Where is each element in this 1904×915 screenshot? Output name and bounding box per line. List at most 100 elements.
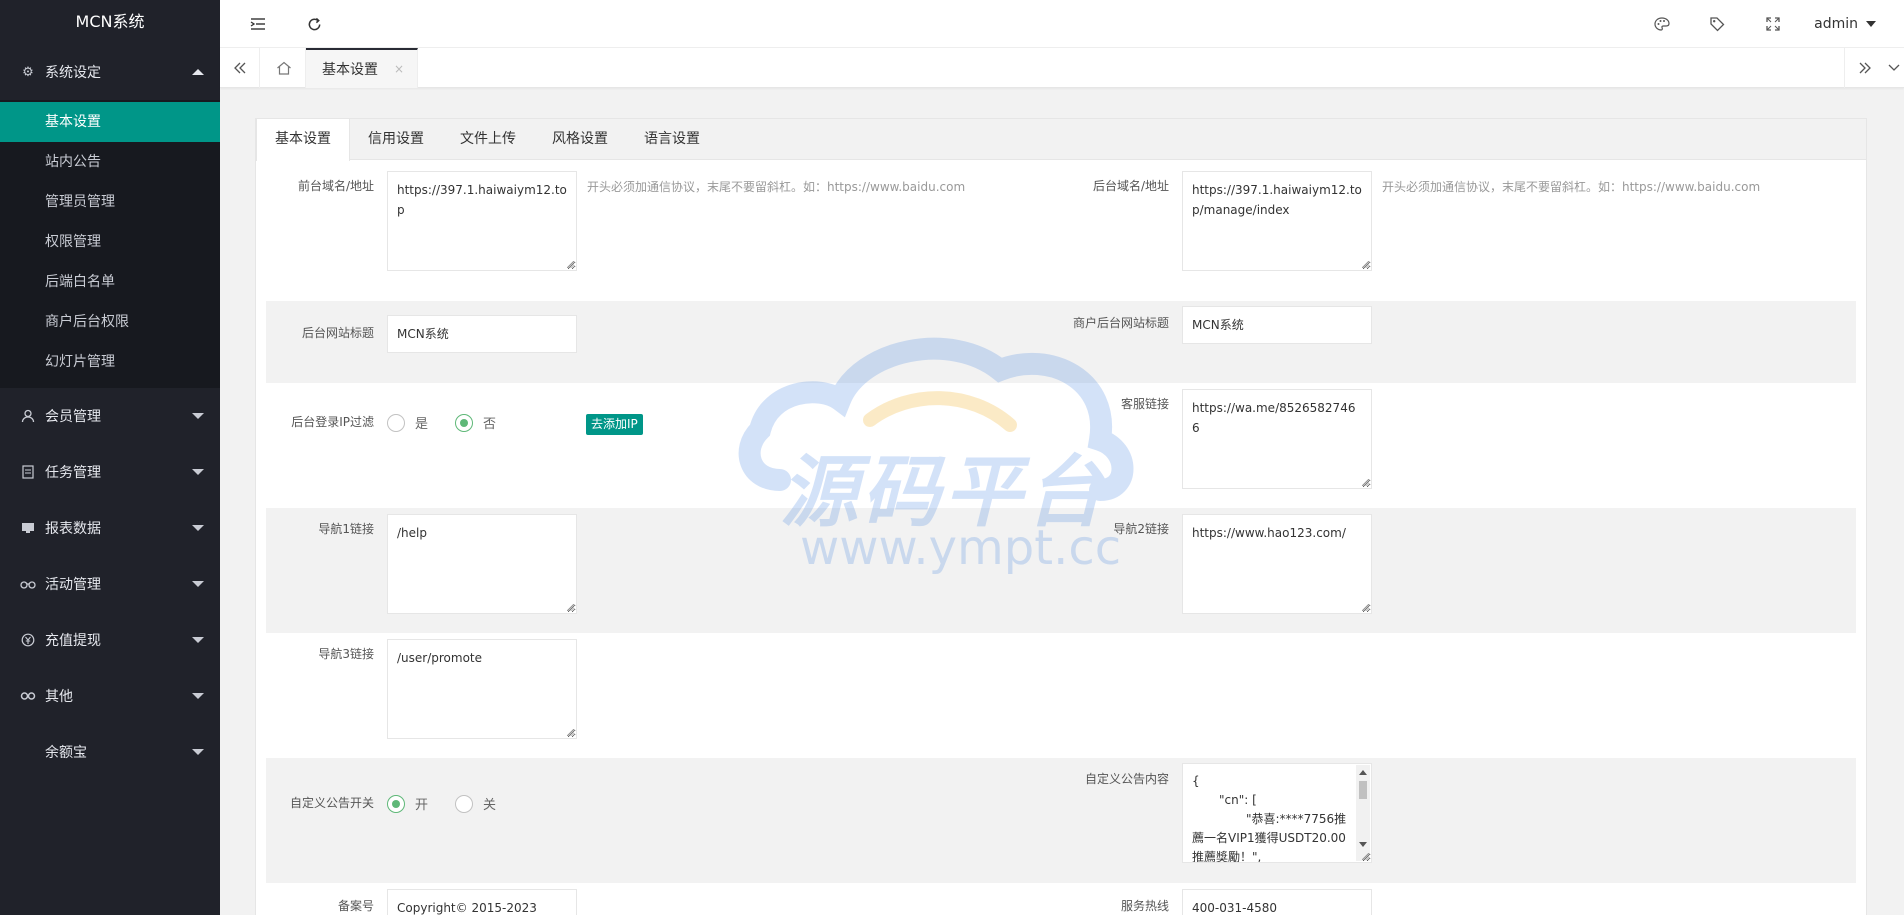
menu-group-system: ⚙ 系统设定 基本设置 站内公告 管理员管理 权限管理 后端白名单 商户后台权限… [0,44,220,388]
notice-line: 推薦獎勵！", [1192,850,1262,863]
tab-basic-settings[interactable]: 基本设置 × [306,48,418,88]
menu-label: 其他 [45,689,73,705]
notice-switch-label: 自定义公告开关 [289,796,374,810]
tab-credit[interactable]: 信用设置 [350,119,442,160]
site-title-input[interactable]: MCN系统 [387,315,577,353]
submenu-system: 基本设置 站内公告 管理员管理 权限管理 后端白名单 商户后台权限 幻灯片管理 [0,100,220,388]
menu-reports[interactable]: 报表数据 [0,500,220,556]
menu-label: 活动管理 [45,577,101,593]
tab-language[interactable]: 语言设置 [626,119,718,160]
menu-label: 报表数据 [45,521,101,537]
menu-label: 会员管理 [45,409,101,425]
sidebar-item-basic-settings[interactable]: 基本设置 [0,102,220,142]
menu-recharge[interactable]: 充值提现 [0,612,220,668]
caret-down-icon [1866,21,1876,27]
tabs-scroll-right-icon[interactable] [1844,48,1884,88]
tab-upload[interactable]: 文件上传 [442,119,534,160]
recharge-icon [20,632,36,648]
row-titles: 后台网站标题 MCN系统 商户后台网站标题 MCN系统 [266,301,1856,383]
notice-line: "恭喜:****7756推 [1246,812,1347,826]
fullscreen-icon[interactable] [1753,0,1793,48]
sidebar-item-announcements[interactable]: 站内公告 [0,142,220,182]
chevron-down-icon [192,469,204,475]
menu-label: 余额宝 [45,745,87,761]
radio-label: 关 [483,798,497,813]
menu-members[interactable]: 会员管理 [0,388,220,444]
tabs-scroll-left-icon[interactable] [220,48,260,88]
content-tabs: 基本设置 信用设置 文件上传 风格设置 语言设置 [256,119,1866,161]
sidebar-item-admins[interactable]: 管理员管理 [0,182,220,222]
sidebar-item-slides[interactable]: 幻灯片管理 [0,342,220,382]
front-domain-label: 前台域名/地址 [297,179,374,193]
menu-yuebao[interactable]: 余额宝 [0,724,220,780]
link-icon [20,688,36,704]
tab-style[interactable]: 风格设置 [534,119,626,160]
user-icon [20,408,36,424]
nav1-textarea[interactable]: /help [387,514,577,614]
ip-filter-yes-radio[interactable]: 是 [387,413,428,432]
site-title-label: 后台网站标题 [301,326,374,340]
row-domains: 前台域名/地址 https://397.1.haiwaiym12.top 开头必… [266,161,1856,273]
tab-label: 基本设置 [322,62,378,78]
sidebar-item-whitelist[interactable]: 后端白名单 [0,262,220,302]
activity-icon [20,576,36,592]
back-domain-textarea[interactable]: https://397.1.haiwaiym12.top/manage/inde… [1182,171,1372,271]
nav2-textarea[interactable]: https://www.hao123.com/ [1182,514,1372,614]
notice-line: 薦一名VIP1獲得USDT20.00 [1192,831,1346,845]
service-link-label: 客服链接 [1120,397,1169,411]
page-tabs-bar: 基本设置 × [220,48,1904,88]
chevron-down-icon [192,581,204,587]
textarea-scrollbar[interactable] [1356,765,1370,861]
tab-basic[interactable]: 基本设置 [256,119,350,161]
username: admin [1814,16,1858,32]
row-nav-links: 导航1链接 /help 导航2链接 https://www.hao123.com… [266,508,1856,633]
menu-activities[interactable]: 活动管理 [0,556,220,612]
refresh-icon[interactable] [294,0,334,48]
add-ip-button[interactable]: 去添加IP [586,414,643,435]
scroll-up-icon [1359,770,1367,775]
radio-circle-checked [387,794,405,813]
row-nav3: 导航3链接 /user/promote [266,633,1856,758]
settings-card: 基本设置 信用设置 文件上传 风格设置 语言设置 前台域名/地址 https:/… [255,118,1867,915]
notice-line: "cn": [ [1219,793,1257,807]
back-domain-label: 后台域名/地址 [1092,179,1169,193]
menu-tasks[interactable]: 任务管理 [0,444,220,500]
radio-label: 开 [415,798,429,813]
chevron-down-icon [192,637,204,643]
hotline-input[interactable]: 400-031-4580 [1182,889,1372,915]
service-link-textarea[interactable]: https://wa.me/85265827466 [1182,389,1372,489]
collapse-menu-icon[interactable] [238,0,278,48]
chevron-down-icon [192,525,204,531]
menu-system-settings[interactable]: ⚙ 系统设定 [0,44,220,100]
tabs-menu-chevron-down-icon[interactable] [1884,48,1904,88]
menu-label: 充值提现 [45,633,101,649]
row-record: 备案号 Copyright© 2015-2023 服务热线 400-031-45… [266,883,1856,915]
menu-other[interactable]: 其他 [0,668,220,724]
nav3-label: 导航3链接 [318,647,374,661]
ip-filter-label: 后台登录IP过滤 [291,415,374,429]
radio-label: 是 [415,417,429,432]
tag-icon[interactable] [1697,0,1737,48]
notice-off-radio[interactable]: 关 [455,794,496,813]
user-menu[interactable]: admin [1814,0,1876,48]
sidebar: MCN系统 ⚙ 系统设定 基本设置 站内公告 管理员管理 权限管理 后端白名单 … [0,0,220,915]
merchant-title-label: 商户后台网站标题 [1072,316,1169,330]
notice-line: { [1192,774,1200,788]
front-domain-textarea[interactable]: https://397.1.haiwaiym12.top [387,171,577,271]
record-input[interactable]: Copyright© 2015-2023 [387,889,577,915]
radio-circle-checked [455,413,473,432]
merchant-title-input[interactable]: MCN系统 [1182,306,1372,344]
theme-palette-icon[interactable] [1642,0,1682,48]
home-icon[interactable] [262,48,306,88]
notice-on-radio[interactable]: 开 [387,794,428,813]
notice-content-label: 自定义公告内容 [1084,772,1169,786]
sidebar-item-merchant-permissions[interactable]: 商户后台权限 [0,302,220,342]
close-icon[interactable]: × [394,62,404,76]
chevron-down-icon [192,693,204,699]
sidebar-item-permissions[interactable]: 权限管理 [0,222,220,262]
nav3-textarea[interactable]: /user/promote [387,639,577,739]
ip-filter-no-radio[interactable]: 否 [455,413,496,432]
scroll-thumb [1359,781,1367,799]
notice-content-textarea[interactable]: { "cn": [ "恭喜:****7756推 薦一名VIP1獲得USDT20.… [1182,763,1372,863]
top-header: admin [220,0,1904,48]
